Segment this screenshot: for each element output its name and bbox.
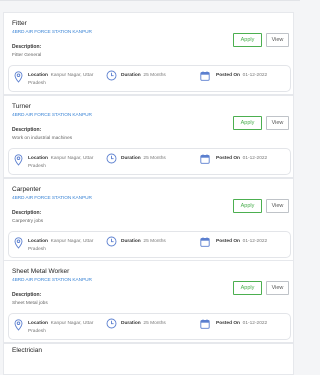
- apply-button[interactable]: Apply: [233, 33, 262, 47]
- job-card-electrician: Electrician: [3, 343, 294, 375]
- duration-label: Duration: [121, 239, 141, 244]
- job-title: Sheet Metal Worker: [12, 268, 70, 275]
- view-button[interactable]: View: [266, 33, 289, 47]
- job-organization[interactable]: 4BRD AIR FORCE STATION KANPUR: [12, 196, 92, 201]
- job-title: Fitter: [12, 20, 27, 27]
- job-organization[interactable]: 4BRD AIR FORCE STATION KANPUR: [12, 30, 92, 35]
- duration-value: 25 Months: [143, 321, 166, 326]
- location-pin-icon: [14, 237, 23, 249]
- job-meta-box: Location Kanpur Nagar, Uttar Pradesh Dur…: [8, 313, 291, 340]
- duration-label: Duration: [121, 73, 141, 78]
- job-meta-box: Location Kanpur Nagar, Uttar Pradesh Dur…: [8, 231, 291, 258]
- description-label: Description:: [12, 127, 42, 133]
- posted-label: Posted On: [216, 156, 240, 161]
- duration-label: Duration: [121, 156, 141, 161]
- duration-value: 25 Months: [143, 239, 166, 244]
- job-card-carpenter: Carpenter 4BRD AIR FORCE STATION KANPUR …: [3, 178, 294, 261]
- job-meta-box: Location Kanpur Nagar, Uttar Pradesh Dur…: [8, 148, 291, 175]
- clock-icon: [106, 318, 117, 329]
- duration-text: Duration 25 Months: [121, 155, 166, 163]
- clock-icon: [106, 236, 117, 247]
- posted-value: 01-12-2022: [242, 73, 268, 78]
- job-title: Carpenter: [12, 186, 41, 193]
- job-title: Electrician: [12, 347, 42, 354]
- calendar-icon: [200, 237, 210, 247]
- posted-text: Posted On 01-12-2022: [216, 320, 267, 328]
- description-label: Description:: [12, 292, 42, 298]
- posted-label: Posted On: [216, 73, 240, 78]
- apply-button[interactable]: Apply: [233, 116, 262, 130]
- posted-value: 01-12-2022: [242, 239, 268, 244]
- duration-value: 25 Months: [143, 156, 166, 161]
- job-meta-box: Location Kanpur Nagar, Uttar Pradesh Dur…: [8, 65, 291, 92]
- calendar-icon: [200, 71, 210, 81]
- apply-button[interactable]: Apply: [233, 199, 262, 213]
- location-label: Location: [28, 239, 48, 244]
- top-divider: [0, 0, 300, 1]
- location-label: Location: [28, 321, 48, 326]
- job-card-sheet-metal-worker: Sheet Metal Worker 4BRD AIR FORCE STATIO…: [3, 260, 294, 343]
- location-label: Location: [28, 156, 48, 161]
- location-pin-icon: [14, 71, 23, 83]
- duration-value: 25 Months: [143, 73, 166, 78]
- location-text: Location Kanpur Nagar, Uttar Pradesh: [28, 320, 108, 336]
- description-value: Work on industrial machines: [12, 136, 73, 141]
- posted-label: Posted On: [216, 321, 240, 326]
- posted-text: Posted On 01-12-2022: [216, 155, 267, 163]
- location-label: Location: [28, 73, 48, 78]
- job-card-turner: Turner 4BRD AIR FORCE STATION KANPUR Des…: [3, 95, 294, 178]
- duration-text: Duration 25 Months: [121, 72, 166, 80]
- description-value: Sheet Metal jobs: [12, 301, 48, 306]
- posted-text: Posted On 01-12-2022: [216, 238, 267, 246]
- location-text: Location Kanpur Nagar, Uttar Pradesh: [28, 238, 108, 254]
- duration-text: Duration 25 Months: [121, 238, 166, 246]
- job-organization[interactable]: 4BRD AIR FORCE STATION KANPUR: [12, 113, 92, 118]
- calendar-icon: [200, 154, 210, 164]
- description-label: Description:: [12, 44, 42, 50]
- view-button[interactable]: View: [266, 199, 289, 213]
- posted-value: 01-12-2022: [242, 156, 268, 161]
- description-value: Carpentry jobs: [12, 219, 44, 224]
- job-card-fitter: Fitter 4BRD AIR FORCE STATION KANPUR Des…: [3, 12, 294, 95]
- location-pin-icon: [14, 319, 23, 331]
- calendar-icon: [200, 319, 210, 329]
- clock-icon: [106, 153, 117, 164]
- view-button[interactable]: View: [266, 281, 289, 295]
- posted-text: Posted On 01-12-2022: [216, 72, 267, 80]
- apply-button[interactable]: Apply: [233, 281, 262, 295]
- duration-text: Duration 25 Months: [121, 320, 166, 328]
- location-pin-icon: [14, 154, 23, 166]
- job-organization[interactable]: 4BRD AIR FORCE STATION KANPUR: [12, 278, 92, 283]
- clock-icon: [106, 70, 117, 81]
- description-label: Description:: [12, 210, 42, 216]
- description-value: Fitter General: [12, 53, 42, 58]
- posted-value: 01-12-2022: [242, 321, 268, 326]
- view-button[interactable]: View: [266, 116, 289, 130]
- location-text: Location Kanpur Nagar, Uttar Pradesh: [28, 72, 108, 88]
- job-title: Turner: [12, 103, 31, 110]
- duration-label: Duration: [121, 321, 141, 326]
- location-text: Location Kanpur Nagar, Uttar Pradesh: [28, 155, 108, 171]
- posted-label: Posted On: [216, 239, 240, 244]
